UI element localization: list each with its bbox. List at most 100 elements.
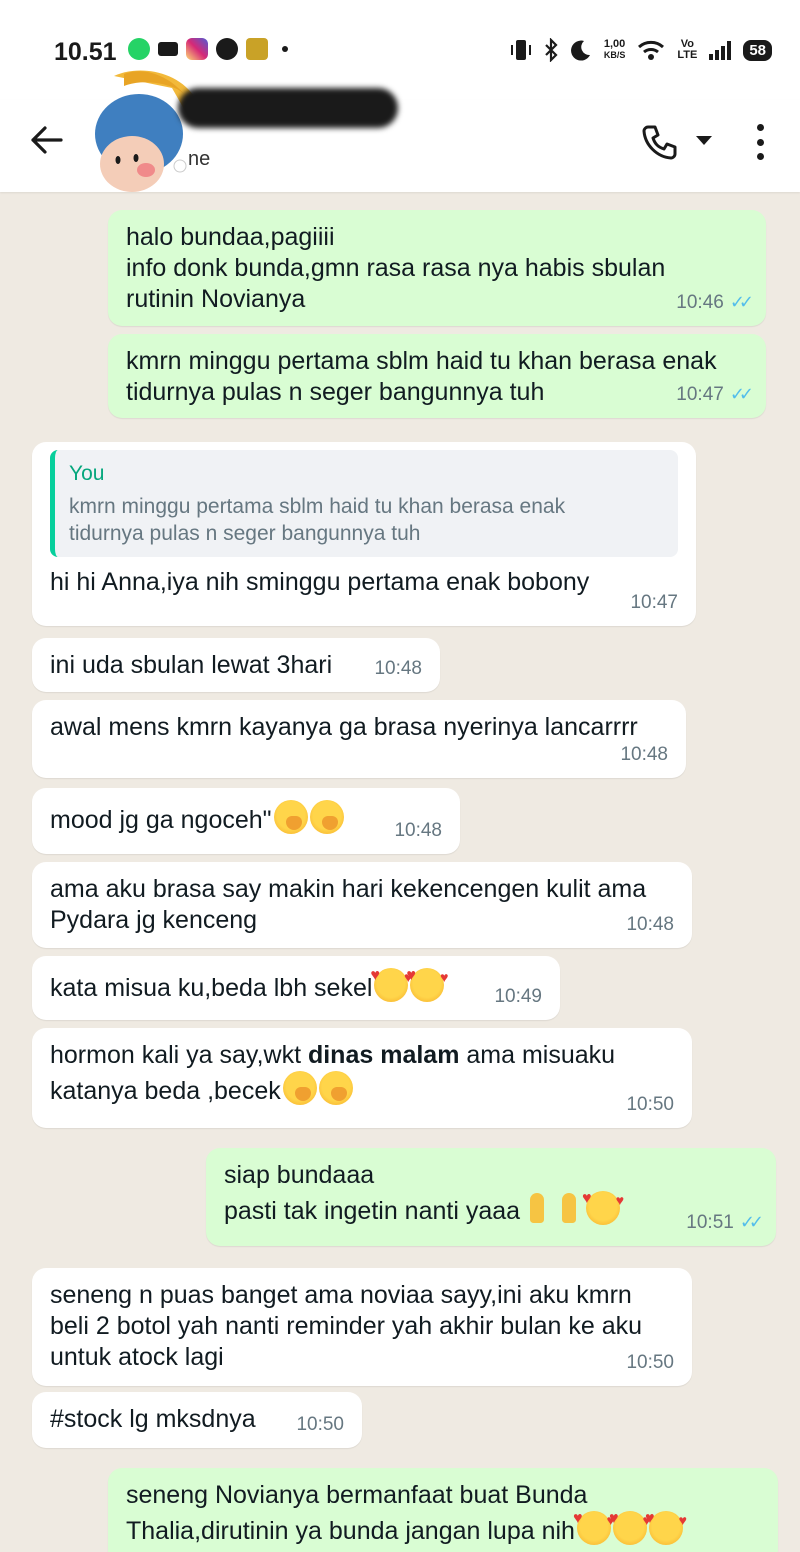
message-bubble[interactable]: siap bundaaa pasti tak ingetin nanti yaa… [206, 1148, 776, 1246]
message-meta: 10:47 ✓✓ [676, 379, 754, 410]
message-bubble[interactable]: awal mens kmrn kayanya ga brasa nyerinya… [32, 700, 686, 778]
status-time: 10.51 [54, 38, 117, 66]
message-bubble[interactable]: kmrn minggu pertama sblm haid tu khan be… [108, 334, 766, 418]
system-icons: 1,00 KB/S Vo LTE 58 [510, 38, 772, 62]
message-time: 10:50 [626, 1094, 674, 1115]
smiling-face-with-hearts-icon [573, 1503, 615, 1545]
message-time: 10:48 [626, 914, 674, 935]
message-bubble[interactable]: You kmrn minggu pertama sblm haid tu kha… [32, 442, 696, 626]
message-time: 10:48 [374, 658, 422, 679]
quoted-message[interactable]: You kmrn minggu pertama sblm haid tu kha… [50, 450, 678, 557]
volte-label: Vo LTE [677, 38, 698, 61]
message-text: kmrn minggu pertama sblm haid tu khan be… [126, 347, 717, 406]
message-text: ini uda sbulan lewat 3hari [50, 651, 333, 679]
double-check-icon: ✓✓ [729, 384, 754, 404]
message-time: 10:50 [296, 1414, 344, 1435]
message-text: mood jg ga ngoceh" [50, 800, 442, 836]
message-bubble[interactable]: ini uda sbulan lewat 3hari 10:48 [32, 638, 440, 692]
face-with-hand-over-mouth-icon [318, 1071, 353, 1105]
net-speed: 1,00 KB/S [604, 39, 626, 61]
chat-messages: halo bundaa,pagiiii info donk bunda,gmn … [0, 192, 800, 1552]
face-with-hand-over-mouth-icon [273, 800, 308, 834]
message-text: siap bundaaa pasti tak ingetin nanti yaa… [224, 1160, 758, 1227]
message-meta: 10:48 [626, 909, 674, 940]
message-bubble[interactable]: #stock lg mksdnya 10:50 [32, 1392, 362, 1448]
message-time: 10:48 [394, 820, 442, 841]
moon-icon [570, 40, 590, 61]
quote-text: kmrn minggu pertama sblm haid tu khan be… [69, 495, 566, 545]
back-button[interactable] [26, 120, 66, 160]
message-text-bold: dinas malam [307, 1041, 460, 1069]
message-text-content: seneng Novianya bermanfaat buat Bunda Th… [126, 1481, 588, 1545]
whatsapp-icon [128, 38, 150, 60]
message-bubble[interactable]: seneng Novianya bermanfaat buat Bunda Th… [108, 1468, 778, 1552]
message-bubble[interactable]: hormon kali ya say,wkt dinas malam ama m… [32, 1028, 692, 1128]
game-icon [246, 38, 268, 60]
message-time: 10:51 [686, 1212, 734, 1233]
message-meta: 10:50 [626, 1089, 674, 1120]
smiling-face-with-hearts-icon [645, 1503, 687, 1545]
message-time: 10:50 [626, 1352, 674, 1373]
message-time: 10:49 [494, 986, 542, 1007]
message-text-part: hormon kali ya say,wkt [50, 1041, 308, 1069]
net-speed-unit: KB/S [603, 50, 626, 60]
message-time: 10:47 [676, 384, 724, 405]
message-bubble[interactable]: kata misua ku,beda lbh sekel 10:49 [32, 956, 560, 1020]
battery-icon: 58 [743, 39, 772, 61]
face-with-hand-over-mouth-icon [309, 800, 344, 834]
threads-icon [216, 38, 238, 60]
contact-name-redacted[interactable] [178, 88, 398, 128]
message-text-content: mood jg ga ngoceh" [50, 806, 272, 834]
notification-icons [128, 38, 288, 60]
instagram-icon [186, 38, 208, 60]
more-vert-icon[interactable] [752, 124, 768, 160]
message-icon [158, 42, 178, 56]
smiling-face-with-hearts-icon [609, 1503, 651, 1545]
signal-icon [709, 40, 732, 60]
call-button[interactable] [640, 122, 680, 162]
message-meta: 10:50 [296, 1409, 344, 1440]
message-text: seneng Novianya bermanfaat buat Bunda Th… [126, 1480, 760, 1547]
bluetooth-icon [545, 38, 558, 62]
folded-hands-icon [522, 1191, 552, 1225]
message-bubble[interactable]: halo bundaa,pagiiii info donk bunda,gmn … [108, 210, 766, 326]
message-text-content: siap bundaaa pasti tak ingetin nanti yaa… [224, 1161, 521, 1225]
face-with-hand-over-mouth-icon [282, 1071, 317, 1105]
phone-icon [642, 125, 677, 160]
arrow-left-icon [31, 126, 63, 154]
message-bubble[interactable]: ama aku brasa say makin hari kekencengen… [32, 862, 692, 948]
message-text: awal mens kmrn kayanya ga brasa nyerinya… [50, 713, 638, 741]
net-speed-value: 1,00 [603, 38, 626, 50]
smiling-face-with-hearts-icon [370, 960, 412, 1002]
double-check-icon: ✓✓ [729, 292, 754, 312]
vibrate-icon [510, 40, 531, 60]
message-text: hi hi Anna,iya nih sminggu pertama enak … [50, 568, 590, 596]
message-meta: 10:49 [494, 981, 542, 1012]
message-bubble[interactable]: seneng n puas banget ama noviaa sayy,ini… [32, 1268, 692, 1386]
message-meta: 10:46 ✓✓ [676, 287, 754, 318]
message-time: 10:48 [620, 744, 668, 765]
message-text: kata misua ku,beda lbh sekel [50, 960, 542, 1004]
message-meta: 10:48 [374, 653, 422, 684]
contact-status[interactable]: ne [188, 148, 210, 171]
quote-author: You [69, 462, 105, 485]
message-text: ama aku brasa say makin hari kekencengen… [50, 875, 647, 934]
double-check-icon: ✓✓ [739, 1212, 764, 1232]
folded-hands-icon [554, 1191, 584, 1225]
message-text: hormon kali ya say,wkt dinas malam ama m… [50, 1040, 674, 1107]
message-meta: 10:48 [620, 739, 668, 770]
wifi-icon [638, 40, 665, 60]
message-meta: 10:51 ✓✓ [686, 1207, 764, 1238]
message-meta: 10:47 [630, 587, 678, 618]
message-text: seneng n puas banget ama noviaa sayy,ini… [50, 1281, 643, 1371]
smiling-face-with-hearts-icon [582, 1183, 624, 1225]
message-bubble[interactable]: mood jg ga ngoceh" 10:48 [32, 788, 460, 854]
avatar[interactable] [84, 66, 202, 192]
chat-header: ne [0, 70, 800, 192]
message-time: 10:47 [630, 592, 678, 613]
more-notifications-dot [282, 46, 288, 52]
chevron-down-icon[interactable] [696, 136, 712, 145]
message-text: halo bundaa,pagiiii info donk bunda,gmn … [126, 223, 666, 313]
message-time: 10:46 [676, 292, 724, 313]
message-meta: 10:50 [626, 1347, 674, 1378]
